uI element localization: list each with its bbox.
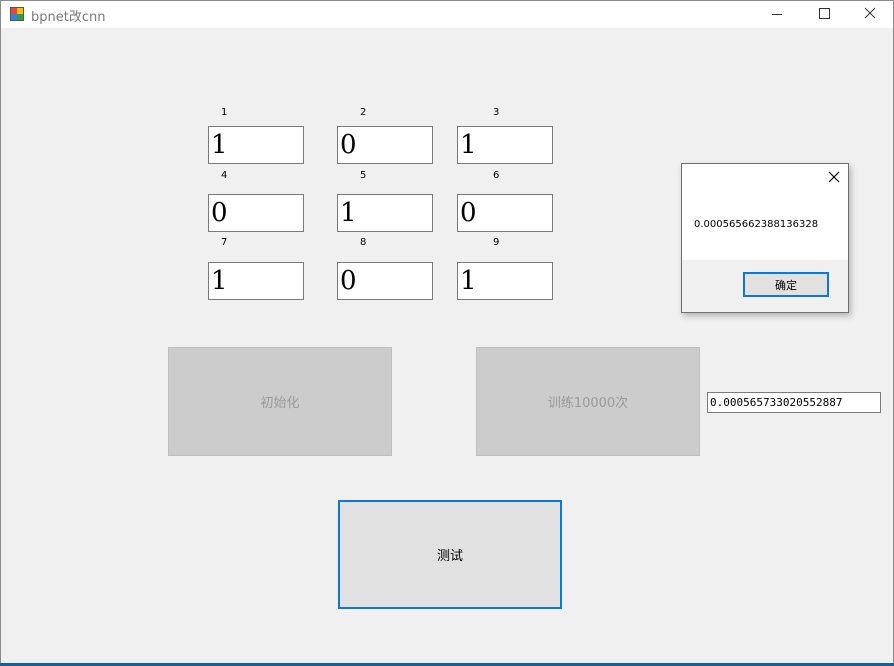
maximize-button[interactable] xyxy=(801,1,847,28)
cell-input-6[interactable]: 0 xyxy=(457,194,553,232)
result-textbox[interactable]: 0.000565733020552887 xyxy=(707,392,881,413)
main-window: bpnet改cnn 1 2 3 4 5 6 7 8 9 1 0 1 0 1 0 … xyxy=(0,0,894,663)
cell-input-2[interactable]: 0 xyxy=(337,126,433,164)
cell-label-3: 3 xyxy=(493,107,500,118)
cell-label-7: 7 xyxy=(221,237,228,248)
test-button[interactable]: 测试 xyxy=(338,500,562,609)
app-icon xyxy=(10,7,24,21)
cell-label-6: 6 xyxy=(493,170,500,181)
cell-label-2: 2 xyxy=(360,107,367,118)
maximize-icon xyxy=(819,8,830,19)
cell-label-8: 8 xyxy=(360,237,367,248)
cell-input-5[interactable]: 1 xyxy=(337,194,433,232)
title-bar[interactable]: bpnet改cnn xyxy=(1,1,893,28)
message-box: 0.000565662388136328 确定 xyxy=(681,163,849,313)
cell-input-8[interactable]: 0 xyxy=(337,262,433,300)
window-title: bpnet改cnn xyxy=(31,10,106,25)
cell-input-7[interactable]: 1 xyxy=(208,262,304,300)
ok-button[interactable]: 确定 xyxy=(743,272,829,297)
cell-label-1: 1 xyxy=(221,107,228,118)
close-button[interactable] xyxy=(847,1,893,28)
cell-label-9: 9 xyxy=(493,237,500,248)
message-box-close-button[interactable] xyxy=(826,169,842,185)
cell-input-1[interactable]: 1 xyxy=(208,126,304,164)
init-button[interactable]: 初始化 xyxy=(168,347,392,456)
message-box-footer: 确定 xyxy=(682,260,848,312)
cell-label-5: 5 xyxy=(360,170,367,181)
train-button[interactable]: 训练10000次 xyxy=(476,347,700,456)
close-icon xyxy=(864,7,876,19)
minimize-button[interactable] xyxy=(754,1,800,28)
cell-input-3[interactable]: 1 xyxy=(457,126,553,164)
close-icon xyxy=(828,171,840,183)
cell-input-9[interactable]: 1 xyxy=(457,262,553,300)
cell-input-4[interactable]: 0 xyxy=(208,194,304,232)
minimize-icon xyxy=(772,14,782,15)
message-box-text: 0.000565662388136328 xyxy=(694,219,819,230)
cell-label-4: 4 xyxy=(221,170,228,181)
